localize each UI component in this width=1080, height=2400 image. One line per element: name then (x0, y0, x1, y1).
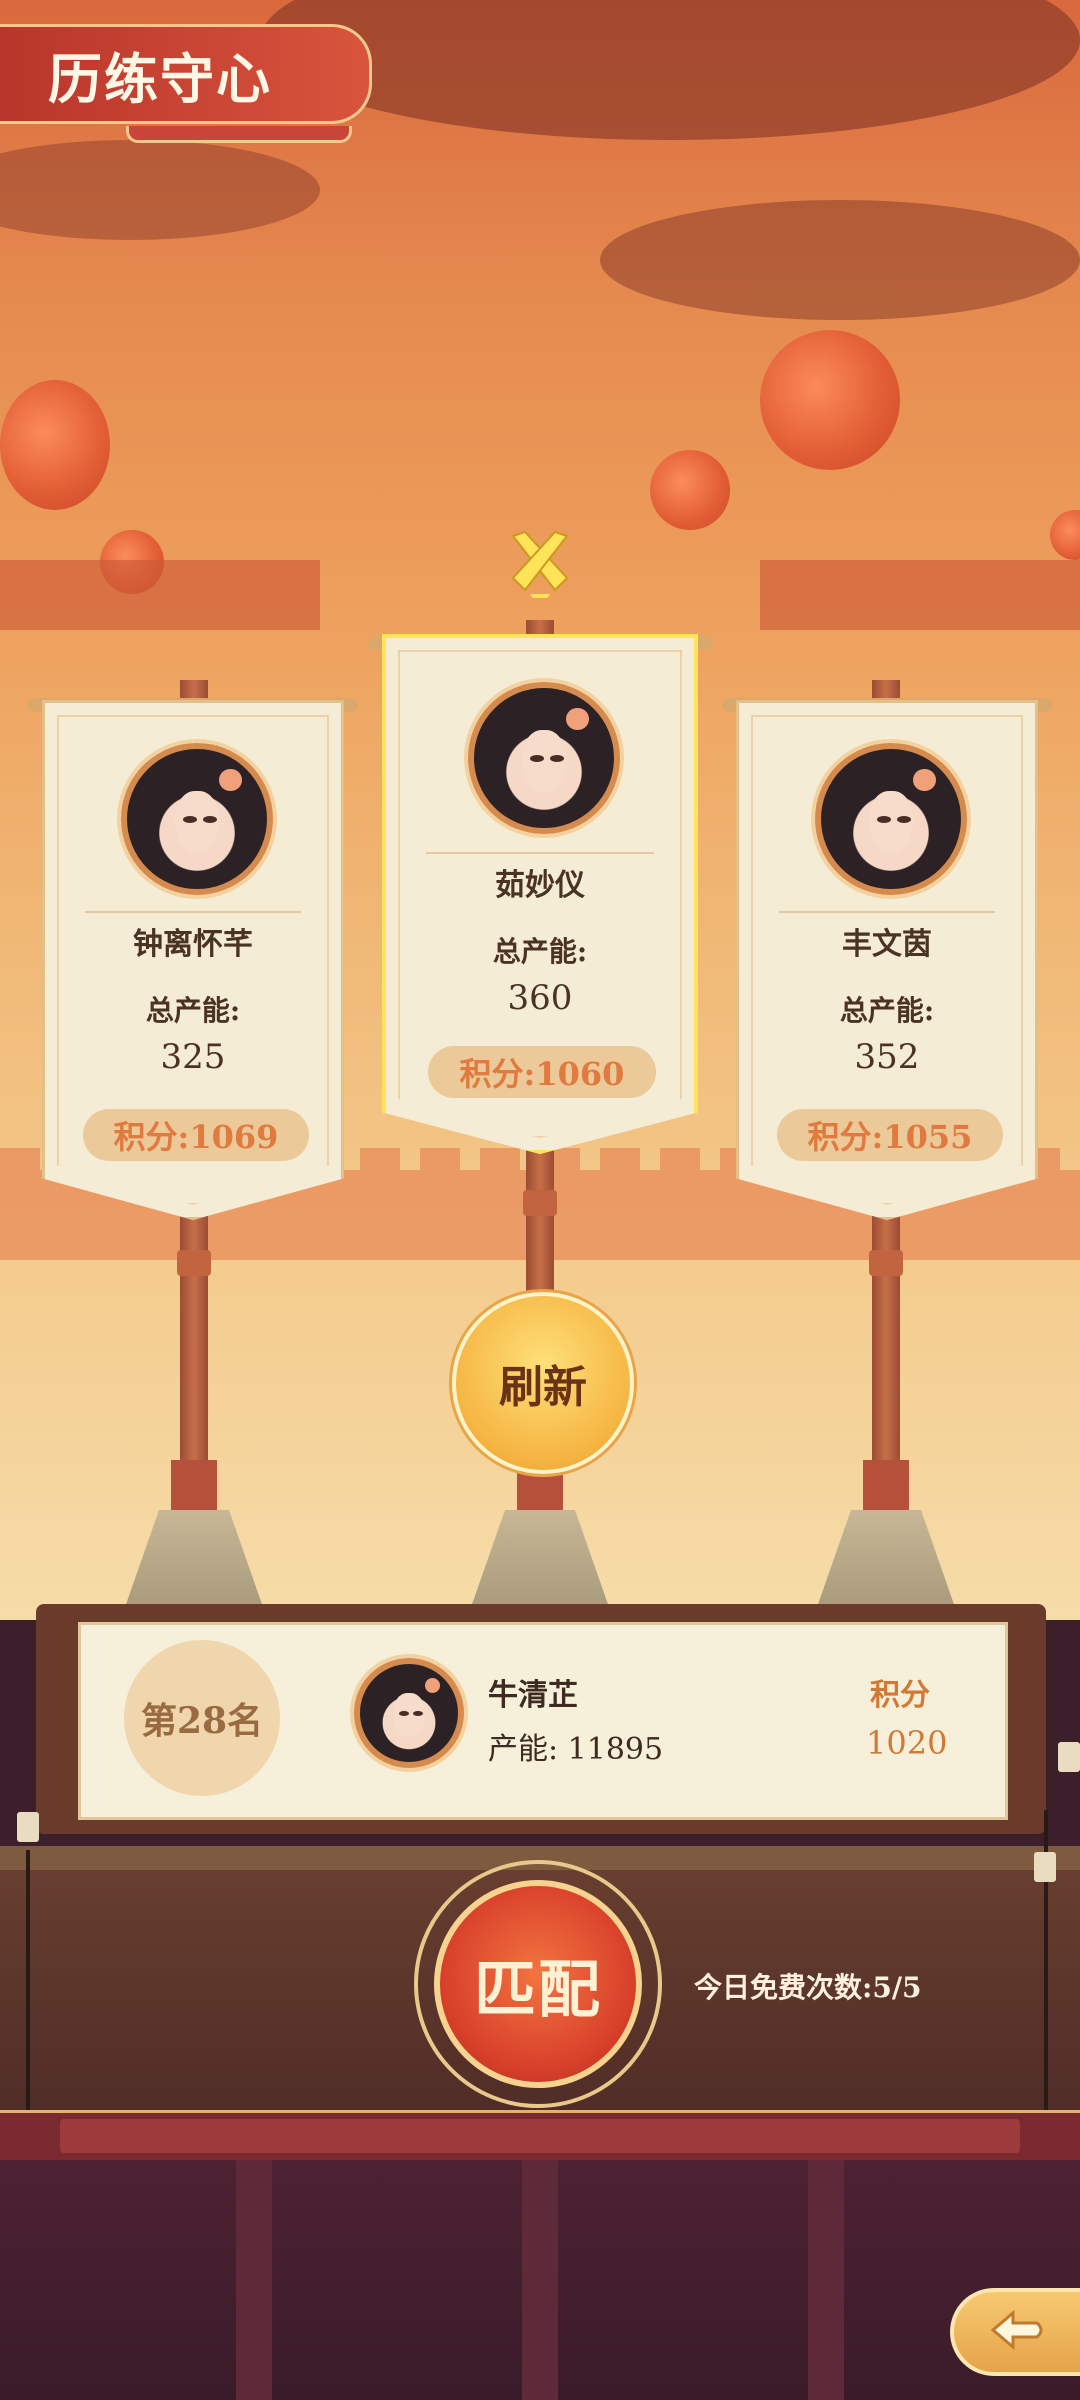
opponent-name: 茹妙仪 (495, 868, 585, 903)
opponent-name: 钟离怀芊 (133, 927, 253, 962)
opponent-avatar (468, 682, 620, 834)
opponent-card-3[interactable]: 丰文茵 总产能: 352 积分:1055 (736, 700, 1038, 1220)
my-name: 牛清芷 (488, 1678, 578, 1713)
candle-stand (26, 1850, 30, 2110)
opponent-name: 丰文茵 (842, 927, 932, 962)
opponent-avatar (121, 743, 273, 895)
opponent-card-2[interactable]: 茹妙仪 总产能: 360 积分:1060 (382, 634, 698, 1154)
opponent-power-value: 352 (854, 1037, 920, 1077)
my-score-label: 积分 (870, 1678, 930, 1713)
page-title: 历练守心 (0, 24, 372, 143)
pole-base-top (863, 1460, 909, 1510)
opponent-score: 积分:1069 (83, 1109, 309, 1161)
lantern-decoration (650, 450, 730, 530)
pole-ring (869, 1250, 903, 1276)
my-score-value: 1020 (866, 1724, 948, 1762)
card-divider (426, 852, 654, 854)
candle-decoration (17, 1812, 39, 1842)
card-divider (779, 911, 995, 913)
opponent-power-value: 360 (507, 978, 573, 1018)
lantern-decoration (0, 380, 110, 510)
pillar-decoration (522, 2160, 558, 2400)
cloud-decoration (600, 200, 1080, 320)
opponent-power-label: 总产能: (145, 994, 241, 1027)
back-arrow-icon (987, 2305, 1047, 2359)
opponent-score: 积分:1055 (777, 1109, 1003, 1161)
refresh-button[interactable]: 刷新 (452, 1292, 634, 1474)
my-rank-badge: 第28名 (124, 1640, 280, 1796)
candle-decoration (1034, 1852, 1056, 1882)
my-avatar (354, 1658, 464, 1768)
my-power: 产能: 11895 (488, 1732, 664, 1767)
candle-decoration (1058, 1742, 1080, 1772)
opponent-avatar (815, 743, 967, 895)
pillar-decoration (236, 2160, 272, 2400)
pillar-decoration (808, 2160, 844, 2400)
pole-ring (523, 1190, 557, 1216)
roof-decoration (0, 560, 320, 630)
opponent-score: 积分:1060 (428, 1046, 656, 1098)
opponent-card-1[interactable]: 钟离怀芊 总产能: 325 积分:1069 (42, 700, 344, 1220)
back-button[interactable] (950, 2288, 1080, 2376)
match-button[interactable]: 匹配 (434, 1880, 642, 2088)
free-attempts-count: 今日免费次数:5/5 (694, 1971, 922, 2004)
crossed-swords-icon (505, 528, 575, 608)
opponent-power-label: 总产能: (492, 935, 588, 968)
opponent-power-label: 总产能: (839, 994, 935, 1027)
lantern-decoration (760, 330, 900, 470)
card-divider (85, 911, 301, 913)
opponent-power-value: 325 (160, 1037, 226, 1077)
roof-decoration (760, 560, 1080, 630)
pole-base-top (171, 1460, 217, 1510)
stage-rail (0, 2110, 1080, 2164)
pole-ring (177, 1250, 211, 1276)
